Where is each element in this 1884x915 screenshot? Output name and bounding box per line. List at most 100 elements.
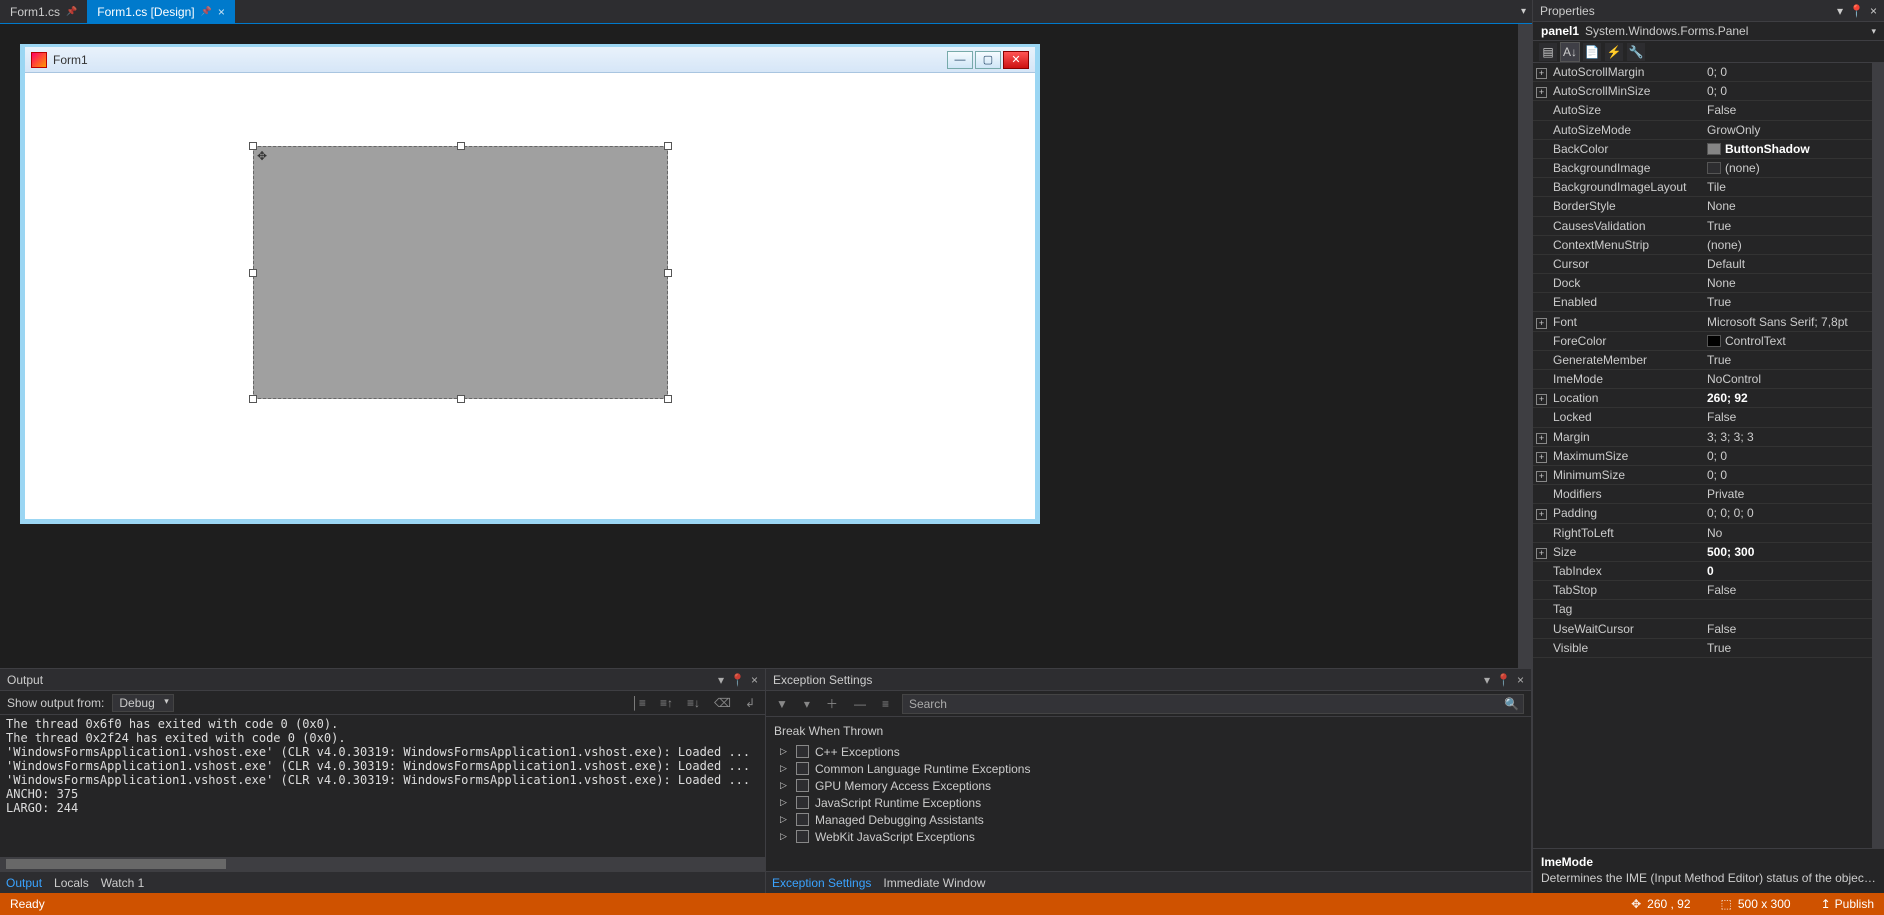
chevron-right-icon[interactable]: ▷ <box>780 831 790 842</box>
property-pages-button[interactable]: 🔧 <box>1627 43 1645 61</box>
window-position-icon[interactable]: ▾ <box>718 673 724 687</box>
footer-tab-immediate-window[interactable]: Immediate Window <box>883 876 985 890</box>
footer-tab-watch-1[interactable]: Watch 1 <box>101 876 145 890</box>
property-row[interactable]: AutoSizeModeGrowOnly <box>1533 121 1884 140</box>
property-row[interactable]: +Size500; 300 <box>1533 543 1884 562</box>
window-position-icon[interactable]: ▾ <box>1484 673 1490 687</box>
property-row[interactable]: +AutoScrollMinSize0; 0 <box>1533 82 1884 101</box>
property-row[interactable]: TabStopFalse <box>1533 581 1884 600</box>
exception-list[interactable]: Break When Thrown ▷C++ Exceptions▷Common… <box>766 717 1531 871</box>
footer-tab-exception-settings[interactable]: Exception Settings <box>772 876 871 890</box>
resize-handle-e[interactable] <box>664 269 672 277</box>
designer-vscrollbar[interactable] <box>1518 24 1532 668</box>
expand-icon[interactable]: + <box>1536 433 1547 444</box>
resize-handle-n[interactable] <box>457 142 465 150</box>
property-row[interactable]: BackgroundImageLayoutTile <box>1533 178 1884 197</box>
resize-handle-se[interactable] <box>664 395 672 403</box>
form-designer[interactable]: Form1 — ▢ ✕ ✥ <box>0 24 1532 668</box>
property-row[interactable]: AutoSizeFalse <box>1533 101 1884 120</box>
property-row[interactable]: ImeModeNoControl <box>1533 370 1884 389</box>
exception-category[interactable]: ▷Managed Debugging Assistants <box>774 811 1523 828</box>
filter-icon[interactable]: ▼ <box>773 697 791 711</box>
publish-button[interactable]: ↥ Publish <box>1821 897 1874 911</box>
next-button[interactable]: ≡↓ <box>684 696 703 710</box>
tab-form1-design[interactable]: Form1.cs [Design] 📌 × <box>87 0 235 24</box>
categorized-button[interactable]: ▤ <box>1539 43 1557 61</box>
filter-dropdown-icon[interactable]: ▾ <box>801 697 813 711</box>
properties-button[interactable]: 📄 <box>1583 43 1601 61</box>
property-row[interactable]: +MaximumSize0; 0 <box>1533 447 1884 466</box>
window-position-icon[interactable]: ▾ <box>1837 4 1843 18</box>
close-icon[interactable]: × <box>218 5 225 19</box>
close-button[interactable]: ✕ <box>1003 51 1029 69</box>
property-row[interactable]: +Margin3; 3; 3; 3 <box>1533 428 1884 447</box>
expand-icon[interactable]: + <box>1536 68 1547 79</box>
add-icon[interactable]: ＋ <box>823 695 841 712</box>
move-icon[interactable]: ✥ <box>257 149 267 163</box>
property-row[interactable]: ForeColorControlText <box>1533 332 1884 351</box>
clear-button[interactable]: ⌫ <box>711 696 734 710</box>
property-row[interactable]: +Location260; 92 <box>1533 389 1884 408</box>
output-text[interactable]: The thread 0x6f0 has exited with code 0 … <box>0 715 765 857</box>
close-icon[interactable]: × <box>751 673 758 687</box>
property-row[interactable]: BackColorButtonShadow <box>1533 140 1884 159</box>
exception-search-input[interactable]: Search 🔍 <box>902 694 1524 714</box>
property-row[interactable]: GenerateMemberTrue <box>1533 351 1884 370</box>
checkbox[interactable] <box>796 762 809 775</box>
checkbox[interactable] <box>796 779 809 792</box>
pin-icon[interactable]: 📍 <box>1496 673 1511 687</box>
property-row[interactable]: VisibleTrue <box>1533 639 1884 658</box>
checkbox[interactable] <box>796 830 809 843</box>
chevron-right-icon[interactable]: ▷ <box>780 780 790 791</box>
maximize-button[interactable]: ▢ <box>975 51 1001 69</box>
list-icon[interactable]: ≡ <box>879 697 892 711</box>
output-source-combo[interactable]: Debug <box>112 694 173 712</box>
property-row[interactable]: EnabledTrue <box>1533 293 1884 312</box>
exception-category[interactable]: ▷WebKit JavaScript Exceptions <box>774 828 1523 845</box>
property-grid[interactable]: +AutoScrollMargin0; 0+AutoScrollMinSize0… <box>1533 63 1884 848</box>
property-row[interactable]: LockedFalse <box>1533 408 1884 427</box>
property-row[interactable]: UseWaitCursorFalse <box>1533 619 1884 638</box>
resize-handle-s[interactable] <box>457 395 465 403</box>
property-object-selector[interactable]: panel1 System.Windows.Forms.Panel ▾ <box>1533 22 1884 41</box>
minimize-button[interactable]: — <box>947 51 973 69</box>
chevron-right-icon[interactable]: ▷ <box>780 763 790 774</box>
property-row[interactable]: CursorDefault <box>1533 255 1884 274</box>
pin-icon[interactable]: 📍 <box>1849 4 1864 18</box>
footer-tab-output[interactable]: Output <box>6 876 42 890</box>
remove-icon[interactable]: — <box>851 697 869 711</box>
resize-handle-w[interactable] <box>249 269 257 277</box>
alphabetical-button[interactable]: A↓ <box>1561 43 1579 61</box>
resize-handle-nw[interactable] <box>249 142 257 150</box>
checkbox[interactable] <box>796 796 809 809</box>
resize-handle-sw[interactable] <box>249 395 257 403</box>
property-row[interactable]: Tag <box>1533 600 1884 619</box>
form-client-area[interactable]: ✥ <box>25 76 1035 519</box>
chevron-right-icon[interactable]: ▷ <box>780 814 790 825</box>
expand-icon[interactable]: + <box>1536 318 1547 329</box>
close-icon[interactable]: × <box>1870 4 1877 18</box>
property-row[interactable]: +MinimumSize0; 0 <box>1533 466 1884 485</box>
expand-icon[interactable]: + <box>1536 87 1547 98</box>
property-row[interactable]: +FontMicrosoft Sans Serif; 7,8pt <box>1533 312 1884 331</box>
output-hscrollbar[interactable] <box>0 857 765 871</box>
property-row[interactable]: +AutoScrollMargin0; 0 <box>1533 63 1884 82</box>
wrap-button[interactable]: ↲ <box>742 696 758 710</box>
exception-category[interactable]: ▷JavaScript Runtime Exceptions <box>774 794 1523 811</box>
expand-icon[interactable]: + <box>1536 394 1547 405</box>
property-row[interactable]: TabIndex0 <box>1533 562 1884 581</box>
expand-icon[interactable]: + <box>1536 548 1547 559</box>
pin-icon[interactable]: 📍 <box>730 673 745 687</box>
exception-category[interactable]: ▷C++ Exceptions <box>774 743 1523 760</box>
checkbox[interactable] <box>796 813 809 826</box>
find-button[interactable]: │≡ <box>628 696 649 710</box>
tab-form1-code[interactable]: Form1.cs 📌 <box>0 0 87 24</box>
selected-panel-control[interactable]: ✥ <box>253 146 668 399</box>
tab-overflow-chevron[interactable]: ▾ <box>1521 6 1526 17</box>
property-row[interactable]: ModifiersPrivate <box>1533 485 1884 504</box>
expand-icon[interactable]: + <box>1536 452 1547 463</box>
events-button[interactable]: ⚡ <box>1605 43 1623 61</box>
close-icon[interactable]: × <box>1517 673 1524 687</box>
checkbox[interactable] <box>796 745 809 758</box>
footer-tab-locals[interactable]: Locals <box>54 876 89 890</box>
